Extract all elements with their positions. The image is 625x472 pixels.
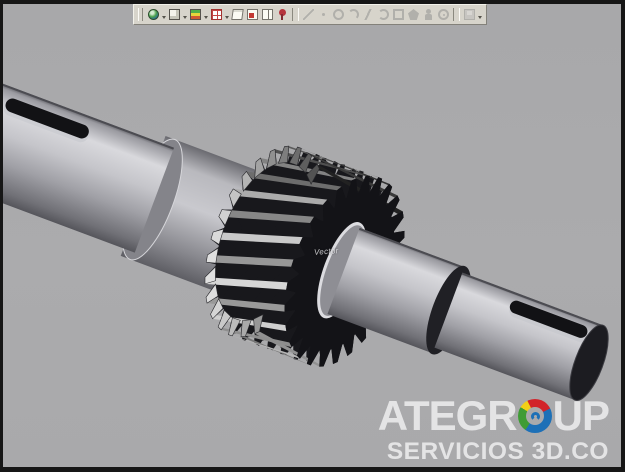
eye-glyph [438,9,449,20]
sketch-circle-icon[interactable] [331,7,346,23]
brand-name-line: ATEGR UP [378,395,609,437]
globe-glyph [148,9,159,20]
flyout-arrow-icon[interactable] [225,16,229,19]
page-glyph [231,9,244,20]
sketch-line-icon[interactable] [301,7,316,23]
page2-glyph [247,9,258,20]
sketch-rectangle-icon[interactable] [391,7,406,23]
cube-glyph [169,9,180,20]
layers-glyph [190,9,201,20]
standard-views-icon[interactable] [167,7,182,23]
sheet-format-icon[interactable] [260,7,275,23]
toolbar-separator [292,8,299,21]
toolbar-drag-handle[interactable] [138,8,143,21]
brand-name-left: ATEGR [378,395,517,437]
top-toolbar [133,4,487,25]
stock-watermark-text: Vector [314,246,339,257]
grid-glyph [211,9,222,20]
sketch-polygon-icon[interactable] [406,7,421,23]
save-glyph [464,9,475,20]
annotated-sheet-icon[interactable] [245,7,260,23]
flyout-arrow-icon[interactable] [204,16,208,19]
brand-o-swirl-logo [518,399,552,433]
arc-glyph [348,9,359,20]
sketch-arc-icon[interactable] [346,7,361,23]
brand-watermark: ATEGR UP SERVICIOS 3D.CO [378,395,609,465]
line-glyph [303,9,314,20]
sketch-point-icon[interactable] [316,7,331,23]
rotate-view-icon[interactable] [376,7,391,23]
ring-glyph [333,9,344,20]
rect-glyph [393,9,404,20]
tree-glyph [277,9,288,20]
sketch-spline-icon[interactable] [361,7,376,23]
person-glyph [423,9,434,20]
book-glyph [262,9,273,20]
display-style-icon[interactable] [188,7,203,23]
application-window: Vector ATEGR UP SERVICIOS 3D.CO [0,0,625,472]
brand-subtitle: SERVICIOS 3D.CO [378,440,609,465]
spline-glyph [363,9,374,20]
cad-workspace: Vector ATEGR UP SERVICIOS 3D.CO [3,4,621,467]
poly-glyph [408,9,419,20]
dot-glyph [318,9,329,20]
mate-entity-icon[interactable] [421,7,436,23]
rotate-glyph [378,9,389,20]
save-icon[interactable] [462,7,477,23]
view-visibility-icon[interactable] [436,7,451,23]
design-tree-icon[interactable] [275,7,290,23]
flyout-arrow-icon[interactable] [183,16,187,19]
brand-name-right: UP [553,395,609,437]
view-orientation-icon[interactable] [146,7,161,23]
new-sheet-icon[interactable] [230,7,245,23]
flyout-arrow-icon[interactable] [162,16,166,19]
drawing-grid-icon[interactable] [209,7,224,23]
flyout-arrow-icon[interactable] [478,16,482,19]
toolbar-separator [453,8,460,21]
